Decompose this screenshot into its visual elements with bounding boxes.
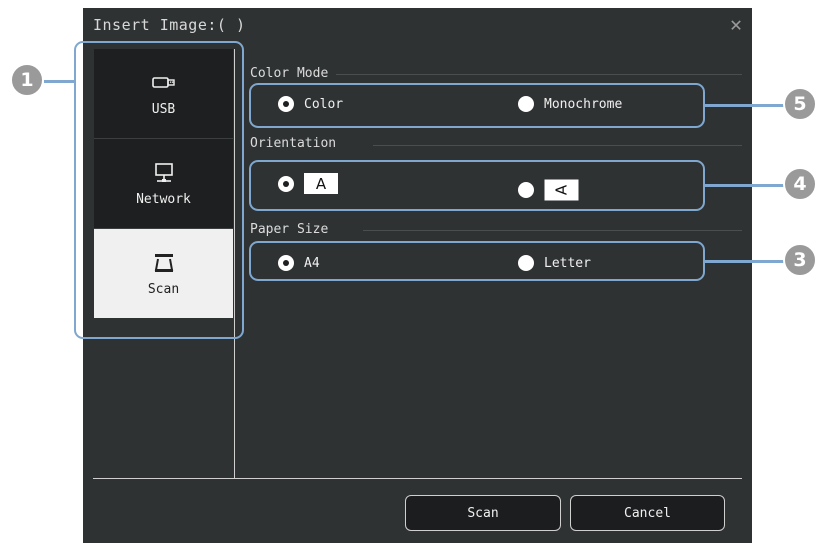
sidebar-highlight xyxy=(74,41,244,339)
color-mode-highlight xyxy=(249,83,705,128)
orientation-section-label: Orientation xyxy=(250,136,345,151)
orientation-highlight xyxy=(249,160,705,211)
callout-badge: 5 xyxy=(783,87,817,121)
callout-leader-5 xyxy=(704,104,786,107)
section-divider xyxy=(373,145,742,146)
paper-size-section-label: Paper Size xyxy=(250,222,337,237)
callout-leader-3 xyxy=(704,260,786,263)
color-mode-label: Color Mode xyxy=(250,66,337,81)
scan-button[interactable]: Scan xyxy=(405,495,561,531)
section-divider xyxy=(328,74,742,75)
orientation-label: Orientation xyxy=(250,136,345,151)
callout-leader-4 xyxy=(704,184,786,187)
callout-badge: 4 xyxy=(783,167,817,201)
dialog-title: Insert Image:( ) xyxy=(93,16,246,34)
cancel-button[interactable]: Cancel xyxy=(570,495,725,531)
close-icon[interactable]: ✕ xyxy=(730,12,742,36)
paper-size-label: Paper Size xyxy=(250,222,337,237)
callout-badge: 3 xyxy=(783,243,817,277)
footer-divider xyxy=(93,478,742,479)
callout-leader-1 xyxy=(44,80,75,83)
paper-size-highlight xyxy=(249,241,705,281)
color-mode-section-label: Color Mode xyxy=(250,66,337,81)
callout-badge: 1 xyxy=(10,63,44,97)
section-divider xyxy=(363,230,742,231)
